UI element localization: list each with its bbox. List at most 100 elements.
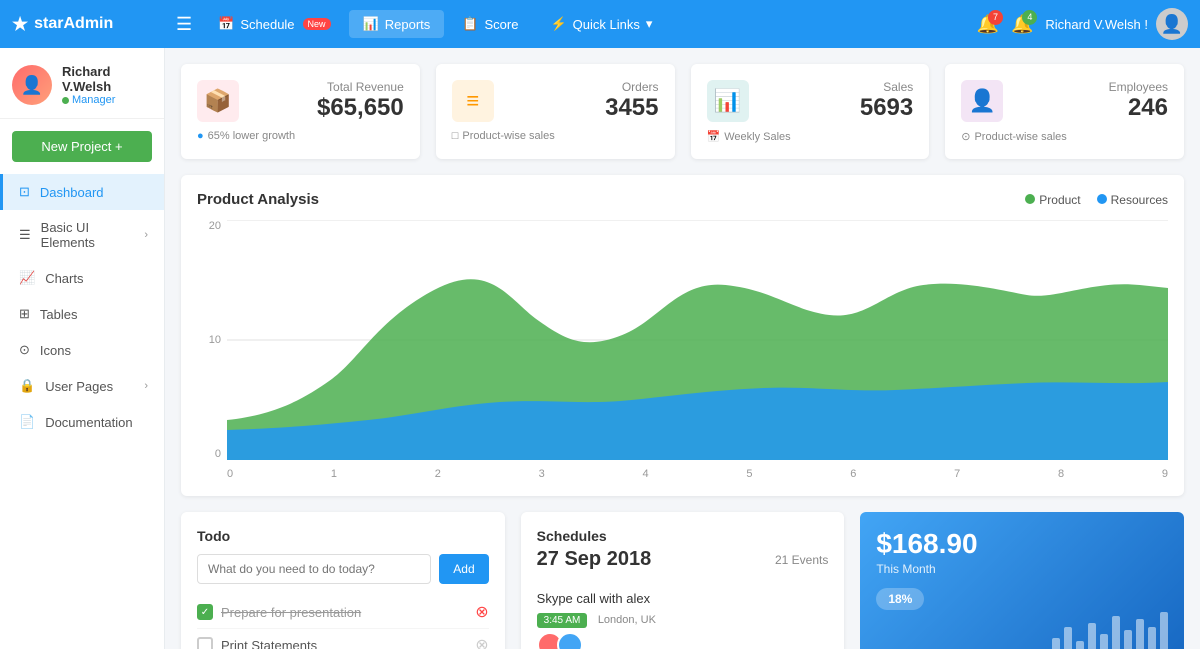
brand-name: starAdmin [34, 15, 113, 33]
brand: ★ starAdmin [12, 14, 172, 35]
legend-product-dot [1025, 194, 1035, 204]
todo-item-1: Print Statements ⊗ [197, 629, 489, 649]
avatar: 👤 [1156, 8, 1188, 40]
revenue-bar [1160, 612, 1168, 649]
revenue-bar [1064, 627, 1072, 649]
todo-checkbox-0[interactable]: ✓ [197, 604, 213, 620]
legend-product: Product [1025, 193, 1080, 207]
sidebar-item-charts[interactable]: 📈 Charts [0, 260, 164, 296]
employees-value: 246 [1109, 94, 1168, 122]
todo-label-0: Prepare for presentation [221, 605, 361, 620]
layout: 👤 Richard V.Welsh Manager New Project + … [0, 48, 1200, 649]
sidebar-item-dashboard[interactable]: ⊡ Dashboard [0, 174, 164, 210]
quicklinks-icon: ⚡ [550, 16, 566, 32]
chart-title: Product Analysis [197, 191, 319, 208]
schedule-avatars [537, 632, 829, 649]
nav-reports[interactable]: 📊 Reports [349, 10, 445, 38]
revenue-bar [1076, 641, 1084, 649]
schedule-item-0: Skype call with alex 3:45 AM London, UK [537, 583, 829, 649]
user-name: Richard V.Welsh ! [1045, 17, 1148, 32]
alerts-button[interactable]: 🔔 4 [1011, 14, 1033, 35]
sidebar-user-info: Richard V.Welsh Manager [62, 64, 152, 106]
sidebar-dashboard-label: Dashboard [40, 185, 104, 200]
revenue-label: Total Revenue [317, 80, 404, 94]
new-project-button[interactable]: New Project + [12, 131, 152, 162]
sidebar-item-user-pages[interactable]: 🔒 User Pages › [0, 368, 164, 404]
stat-cards: 📦 Total Revenue $65,650 ● 65% lower grow… [181, 64, 1184, 159]
nav-right: 🔔 7 🔔 4 Richard V.Welsh ! 👤 [977, 8, 1188, 40]
top-nav: ★ starAdmin ☰ 📅 Schedule New 📊 Reports 📋… [0, 0, 1200, 48]
user-menu[interactable]: Richard V.Welsh ! 👤 [1045, 8, 1188, 40]
sidebar-item-basic-ui[interactable]: ☰ Basic UI Elements › [0, 210, 164, 260]
main-content: 📦 Total Revenue $65,650 ● 65% lower grow… [165, 48, 1200, 649]
schedules-date: 27 Sep 2018 [537, 548, 652, 571]
revenue-label: This Month [876, 562, 1168, 576]
sidebar-user-role: Manager [62, 94, 152, 106]
sales-footer: 📅 Weekly Sales [707, 130, 914, 143]
sidebar-nav: ⊡ Dashboard ☰ Basic UI Elements › 📈 Char… [0, 174, 164, 649]
orders-icon: ≡ [452, 80, 494, 122]
employees-icon: 👤 [961, 80, 1003, 122]
chart-legend: Product Resources [1025, 193, 1168, 207]
chart-y-axis: 20 10 0 [197, 220, 227, 480]
orders-footer: □ Product-wise sales [452, 130, 659, 142]
revenue-footer: ● 65% lower growth [197, 130, 404, 142]
todo-input[interactable] [197, 554, 431, 584]
sidebar-item-docs[interactable]: 📄 Documentation [0, 404, 164, 440]
chart-section: Product Analysis Product Resources 20 10… [181, 175, 1184, 496]
revenue-icon: 📦 [197, 80, 239, 122]
chart-container: 20 10 0 0 1 [197, 220, 1168, 480]
chevron-right-icon-2: › [144, 380, 148, 392]
chart-x-axis: 0 1 2 3 4 5 6 7 8 9 [227, 468, 1168, 480]
todo-add-button[interactable]: Add [439, 554, 488, 584]
orders-value: 3455 [605, 94, 658, 122]
schedules-card: Schedules 27 Sep 2018 21 Events Skype ca… [521, 512, 845, 649]
alerts-badge: 4 [1022, 10, 1037, 25]
lock-icon: 🔒 [19, 378, 35, 394]
star-icon: ★ [12, 14, 28, 35]
sidebar: 👤 Richard V.Welsh Manager New Project + … [0, 48, 165, 649]
todo-checkbox-1[interactable] [197, 637, 213, 649]
employees-footer: ⊙ Product-wise sales [961, 130, 1168, 143]
dashboard-icon: ⊡ [19, 184, 30, 200]
revenue-bar [1088, 623, 1096, 649]
notifications-button[interactable]: 🔔 7 [977, 14, 999, 35]
charts-icon: 📈 [19, 270, 35, 286]
legend-resources-dot [1097, 194, 1107, 204]
basic-ui-icon: ☰ [19, 227, 31, 243]
schedule-time-badge-0: 3:45 AM [537, 613, 588, 628]
revenue-value: $65,650 [317, 94, 404, 122]
menu-icon[interactable]: ☰ [176, 14, 192, 35]
todo-label-1: Print Statements [221, 638, 317, 649]
employees-label: Employees [1109, 80, 1168, 94]
sidebar-user-name: Richard V.Welsh [62, 64, 152, 94]
todo-input-row: Add [197, 554, 489, 584]
nav-score[interactable]: 📋 Score [448, 10, 532, 38]
stat-card-employees: 👤 Employees 246 ⊙ Product-wise sales [945, 64, 1184, 159]
schedule-badge: New [303, 18, 331, 30]
todo-close-0[interactable]: ⊗ [475, 602, 488, 622]
sidebar-item-icons[interactable]: ⊙ Icons [0, 332, 164, 368]
todo-card: Todo Add ✓ Prepare for presentation ⊗ [181, 512, 505, 649]
nav-items: 📅 Schedule New 📊 Reports 📋 Score ⚡ Quick… [204, 10, 972, 38]
stat-card-revenue: 📦 Total Revenue $65,650 ● 65% lower grow… [181, 64, 420, 159]
icons-icon: ⊙ [19, 342, 30, 358]
sidebar-item-tables[interactable]: ⊞ Tables [0, 296, 164, 332]
schedule-icon: 📅 [218, 16, 234, 32]
chart-svg [227, 220, 1168, 460]
quicklinks-chevron: ▾ [646, 16, 653, 32]
sales-label: Sales [860, 80, 913, 94]
tables-icon: ⊞ [19, 306, 30, 322]
nav-schedule[interactable]: 📅 Schedule New [204, 10, 344, 38]
sales-icon: 📊 [707, 80, 749, 122]
stat-card-sales: 📊 Sales 5693 📅 Weekly Sales [691, 64, 930, 159]
todo-close-1[interactable]: ⊗ [475, 635, 488, 649]
nav-quicklinks[interactable]: ⚡ Quick Links ▾ [536, 10, 666, 38]
revenue-badge: 18% [876, 588, 924, 610]
schedule-item-meta-0: 3:45 AM London, UK [537, 610, 829, 628]
revenue-bar [1112, 616, 1120, 649]
schedule-item-title-0: Skype call with alex [537, 591, 829, 606]
notifications-badge: 7 [988, 10, 1003, 25]
revenue-bar [1136, 619, 1144, 649]
sidebar-avatar: 👤 [12, 65, 52, 105]
